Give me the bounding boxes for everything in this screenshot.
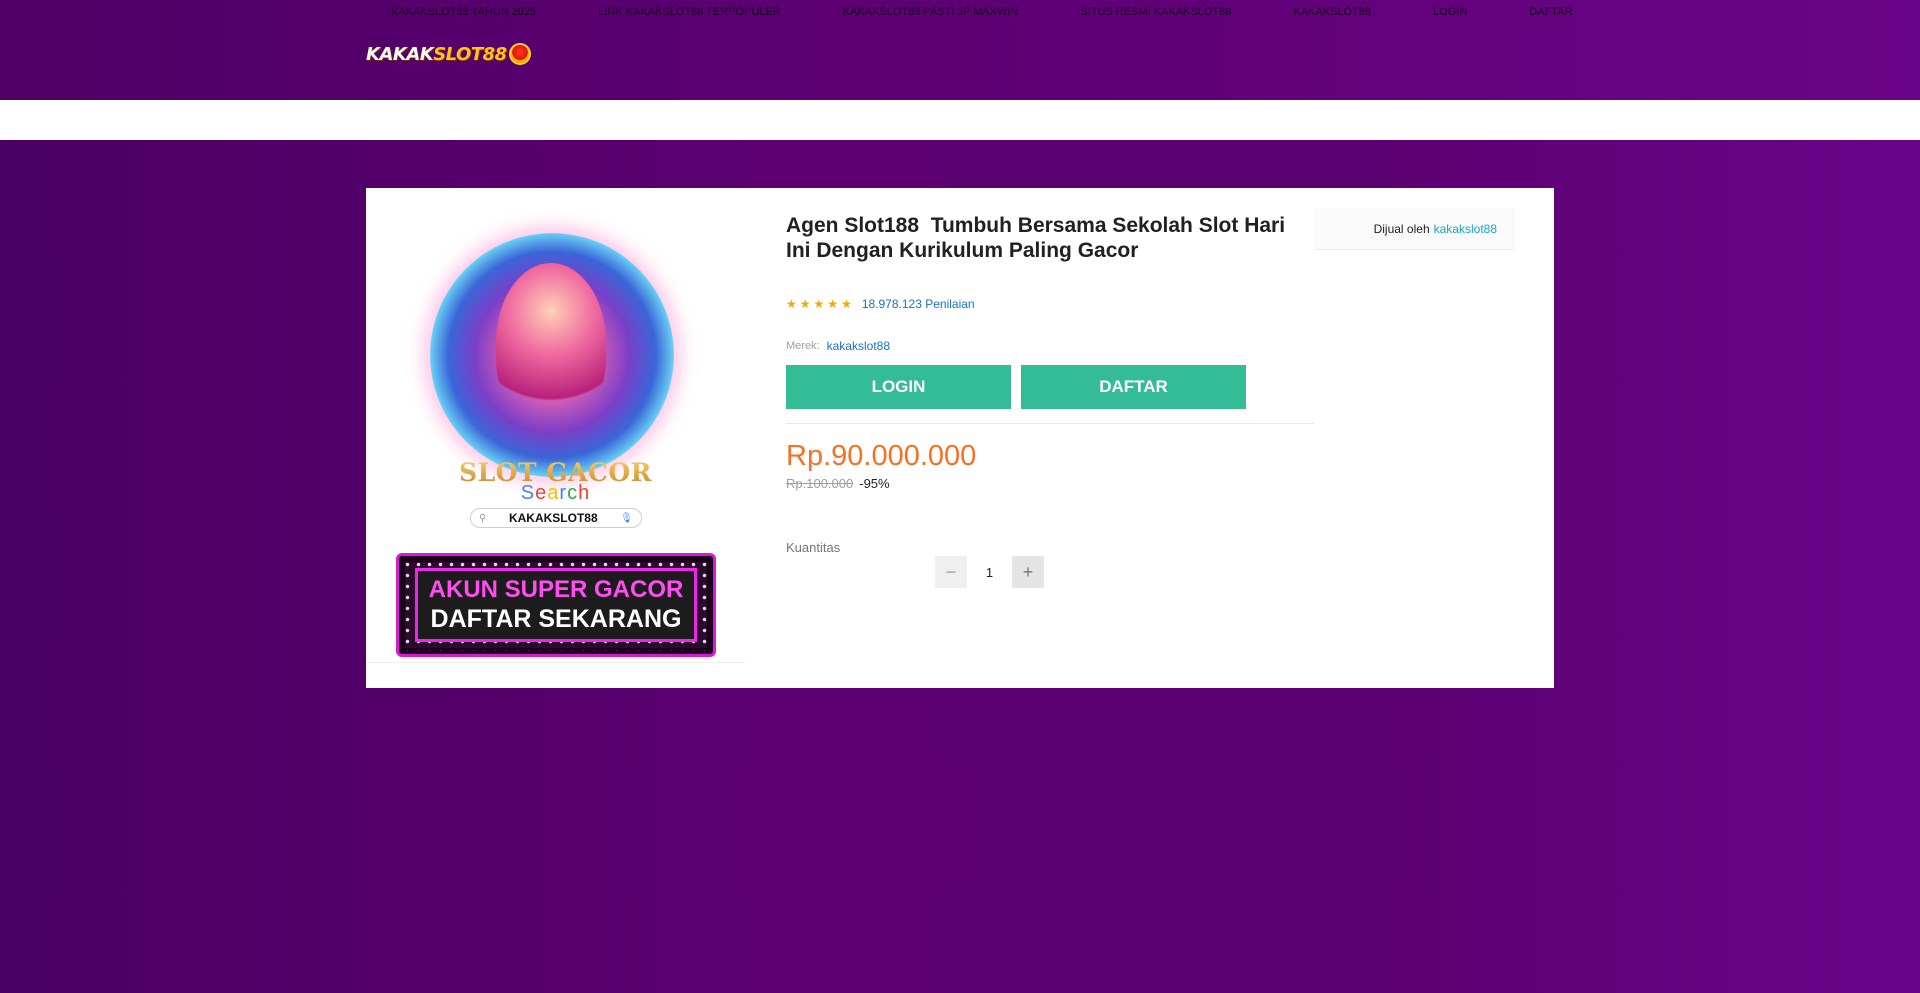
search-icon: ⚲ <box>479 512 487 524</box>
brand-label: Merek: <box>786 340 820 352</box>
product-hero-image[interactable] <box>426 233 678 485</box>
search-pill-text: KAKAKSLOT88 <box>508 511 598 525</box>
nav-link-jp-maxwin[interactable]: KAKAKSLOT88 PASTI JP MAXWIN <box>843 6 1019 18</box>
site-header: KAKAKSLOT88 TAHUN 2025 LINK KAKAKSLOT88 … <box>0 0 1920 100</box>
banner-line-1: AKUN SUPER GACOR <box>428 576 684 603</box>
discount-percent: -95% <box>859 476 890 491</box>
product-rating[interactable]: ★ ★ ★ ★ ★ 18.978.123 Penilaian <box>786 297 975 311</box>
banner-inner: AKUN SUPER GACOR DAFTAR SEKARANG <box>415 568 697 642</box>
brand-link[interactable]: kakakslot88 <box>827 339 890 353</box>
header-search-band <box>0 100 1920 140</box>
nav-link-situs-resmi[interactable]: SITUS RESMI KAKAKSLOT88 <box>1080 6 1231 18</box>
microphone-icon: 🎙 <box>620 512 633 524</box>
promo-banner[interactable]: AKUN SUPER GACOR DAFTAR SEKARANG <box>396 553 716 657</box>
product-price: Rp.90.000.000 <box>786 440 977 472</box>
star-icon: ★ <box>841 297 852 311</box>
star-icon: ★ <box>827 297 839 311</box>
divider <box>786 423 1314 424</box>
banner-line-2: DAFTAR SEKARANG <box>430 605 682 633</box>
nav-link-terpopuler[interactable]: LINK KAKAKSLOT88 TERPOPULER <box>598 6 781 18</box>
decrease-quantity-button[interactable]: − <box>935 556 967 588</box>
rating-count-link[interactable]: 18.978.123 Penilaian <box>862 297 975 311</box>
star-icon: ★ <box>813 297 825 311</box>
quantity-value[interactable]: 1 <box>967 565 1012 580</box>
product-card: SLOT GACOR Search ⚲ KAKAKSLOT88 🎙 AKUN S… <box>366 188 1554 688</box>
product-brand: Merek: kakakslot88 <box>786 339 890 353</box>
top-navigation: KAKAKSLOT88 TAHUN 2025 LINK KAKAKSLOT88 … <box>366 0 1609 24</box>
star-icon: ★ <box>786 297 797 311</box>
seller-prefix: Dijual oleh <box>1373 221 1430 236</box>
logo-text: KAKAKSLOT88 <box>366 43 507 65</box>
quantity-stepper: − 1 + <box>935 556 1044 588</box>
logo-badge-icon <box>508 43 531 65</box>
hero-character <box>496 263 606 423</box>
original-price: Rp.100.000 <box>786 476 854 491</box>
daftar-button[interactable]: DAFTAR <box>1021 365 1246 409</box>
login-button[interactable]: LOGIN <box>786 365 1011 409</box>
nav-link-daftar[interactable]: DAFTAR <box>1529 6 1572 18</box>
nav-link-kakakslot88[interactable]: KAKAKSLOT88 <box>1293 6 1371 18</box>
product-gallery: SLOT GACOR Search ⚲ KAKAKSLOT88 🎙 AKUN S… <box>366 188 745 663</box>
nav-link-login[interactable]: LOGIN <box>1433 6 1467 18</box>
quantity-label: Kuantitas <box>786 540 841 555</box>
product-title: Agen Slot188 ⁦ Tumbuh Bersama Sekolah Sl… <box>786 214 1286 262</box>
increase-quantity-button[interactable]: + <box>1012 556 1044 588</box>
search-pill: ⚲ KAKAKSLOT88 🎙 <box>470 508 642 528</box>
nav-link-tahun-2025[interactable]: KAKAKSLOT88 TAHUN 2025 <box>391 6 536 18</box>
seller-link[interactable]: kakakslot88 <box>1434 222 1497 236</box>
search-wordmark: Search <box>520 482 591 504</box>
site-logo[interactable]: KAKAKSLOT88 <box>366 42 531 66</box>
original-price-row: Rp.100.000 -95% <box>786 476 890 491</box>
seller-box: Dijual oleh kakakslot88 <box>1314 208 1515 250</box>
star-icon: ★ <box>799 297 811 311</box>
